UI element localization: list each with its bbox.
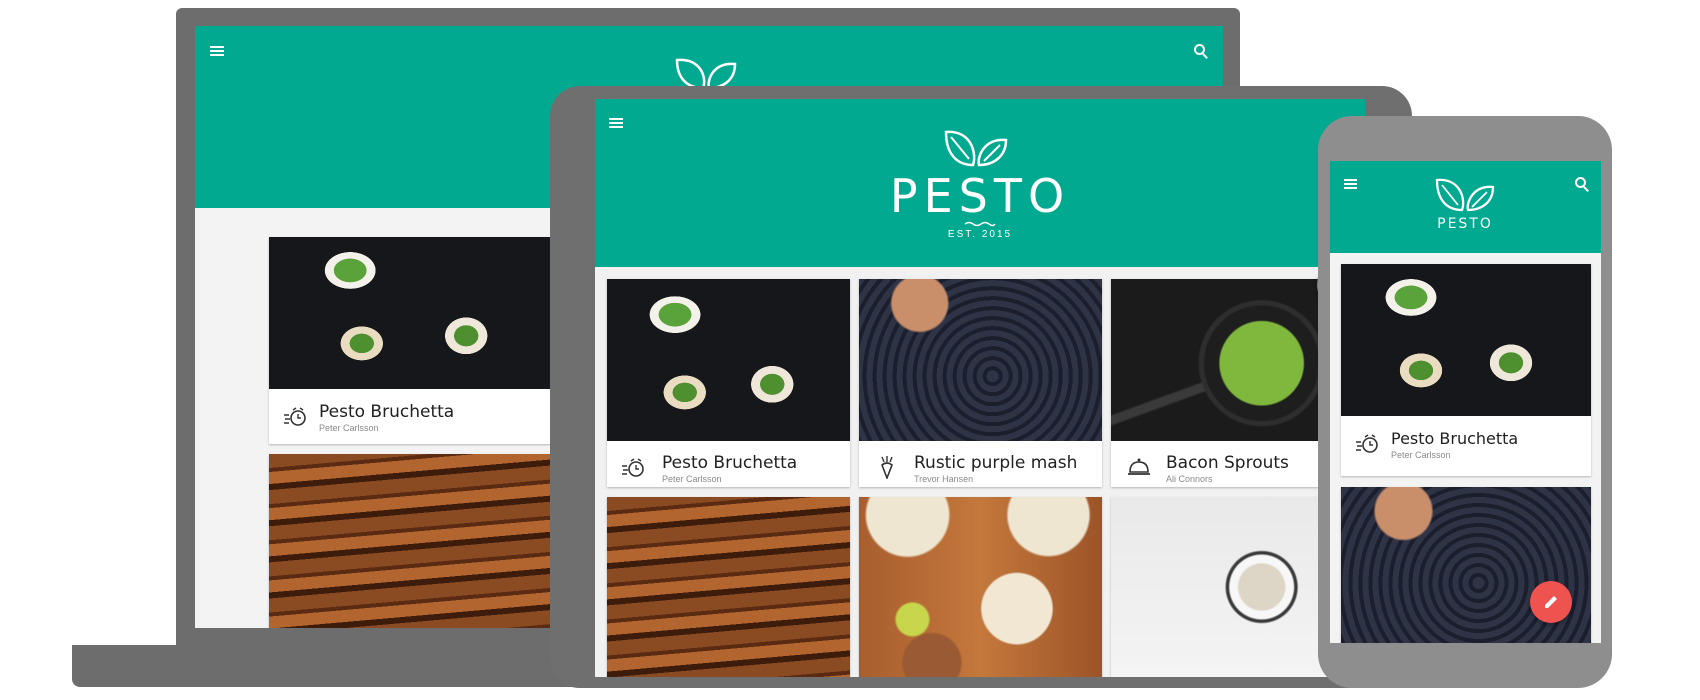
logo-wordmark: PESTO (1437, 216, 1493, 232)
recipe-card[interactable]: Pesto Bruchetta Peter Carlsson (1341, 264, 1591, 476)
tablet-screen: PESTO EST. 2015 Pesto Bruchetta Peter Ca… (595, 99, 1365, 677)
edit-fab[interactable] (1530, 581, 1572, 623)
recipe-title: Bacon Sprouts (1166, 453, 1289, 473)
leaf-logo-icon (675, 58, 737, 90)
recipe-photo (607, 279, 850, 441)
logo-subtitle: EST. 2015 (947, 229, 1013, 240)
recipe-card[interactable]: Rustic purple mash Trevor Hansen (859, 279, 1102, 487)
cloche-icon (1128, 458, 1150, 475)
recipe-photo (607, 497, 850, 677)
timer-icon (1356, 434, 1378, 453)
pencil-icon (1545, 596, 1557, 608)
recipe-photo (859, 279, 1102, 441)
timer-icon (284, 407, 306, 426)
wave-logo-icon (964, 221, 996, 227)
phone-screen: PESTO Pesto Bruchetta Peter Carlsson (1330, 161, 1601, 643)
recipe-author: Trevor Hansen (914, 474, 974, 484)
recipe-photo (1341, 264, 1591, 416)
recipe-photo (269, 237, 559, 389)
recipe-photo (859, 497, 1102, 677)
recipe-author: Peter Carlsson (1391, 450, 1451, 460)
recipe-card[interactable] (607, 497, 850, 677)
recipe-card[interactable] (269, 454, 559, 628)
recipe-card[interactable]: Pesto Bruchetta Peter Carlsson (607, 279, 850, 487)
search-icon[interactable] (1194, 44, 1210, 60)
recipe-title: Pesto Bruchetta (662, 453, 798, 473)
search-icon[interactable] (1575, 177, 1591, 193)
logo-wordmark: PESTO (889, 169, 1071, 223)
timer-icon (622, 458, 644, 477)
recipe-author: Peter Carlsson (662, 474, 722, 484)
leaf-logo-icon (1435, 178, 1495, 212)
menu-icon[interactable] (210, 46, 224, 58)
menu-icon[interactable] (1344, 179, 1357, 191)
recipe-title: Rustic purple mash (914, 453, 1078, 473)
menu-icon[interactable] (609, 118, 623, 130)
phone-app-bar: PESTO (1330, 161, 1601, 253)
recipe-title: Pesto Bruchetta (319, 402, 455, 422)
leaf-logo-icon (944, 130, 1008, 167)
recipe-photo (269, 454, 559, 628)
carrot-icon (881, 456, 893, 479)
recipe-card[interactable] (859, 497, 1102, 677)
recipe-title: Pesto Bruchetta (1391, 429, 1519, 448)
recipe-author: Ali Connors (1166, 474, 1213, 484)
tablet-app-bar: PESTO EST. 2015 (595, 99, 1365, 267)
recipe-author: Peter Carlsson (319, 423, 379, 433)
recipe-card[interactable]: Pesto Bruchetta Peter Carlsson (269, 237, 559, 444)
